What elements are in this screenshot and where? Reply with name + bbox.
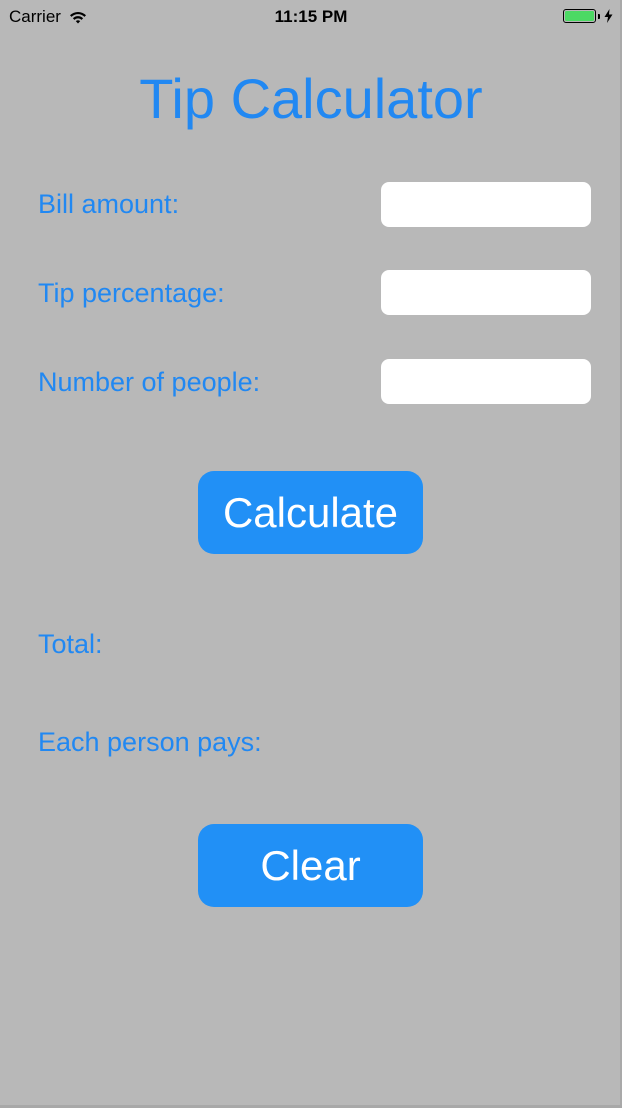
page-title: Tip Calculator <box>139 67 483 130</box>
battery-icon <box>563 9 613 23</box>
each-person-pays-label: Each person pays: <box>38 727 262 757</box>
number-of-people-label: Number of people: <box>38 367 261 397</box>
status-bar: Carrier 11:15 PM <box>0 0 622 36</box>
bill-amount-label: Bill amount: <box>38 189 180 219</box>
app-screen: Carrier 11:15 PM Tip Calculator Bill amo… <box>0 0 622 1108</box>
total-label: Total: <box>38 629 103 659</box>
charging-bolt-icon <box>604 9 613 23</box>
calculate-button[interactable]: Calculate <box>198 471 423 554</box>
tip-percentage-field[interactable] <box>381 270 591 315</box>
clear-button[interactable]: Clear <box>198 824 423 907</box>
number-of-people-field[interactable] <box>381 359 591 404</box>
battery-body <box>563 9 596 23</box>
battery-tip <box>598 13 600 19</box>
bill-amount-field[interactable] <box>381 182 591 227</box>
status-time: 11:15 PM <box>274 7 348 26</box>
tip-percentage-label: Tip percentage: <box>38 278 225 308</box>
battery-level <box>565 11 594 21</box>
